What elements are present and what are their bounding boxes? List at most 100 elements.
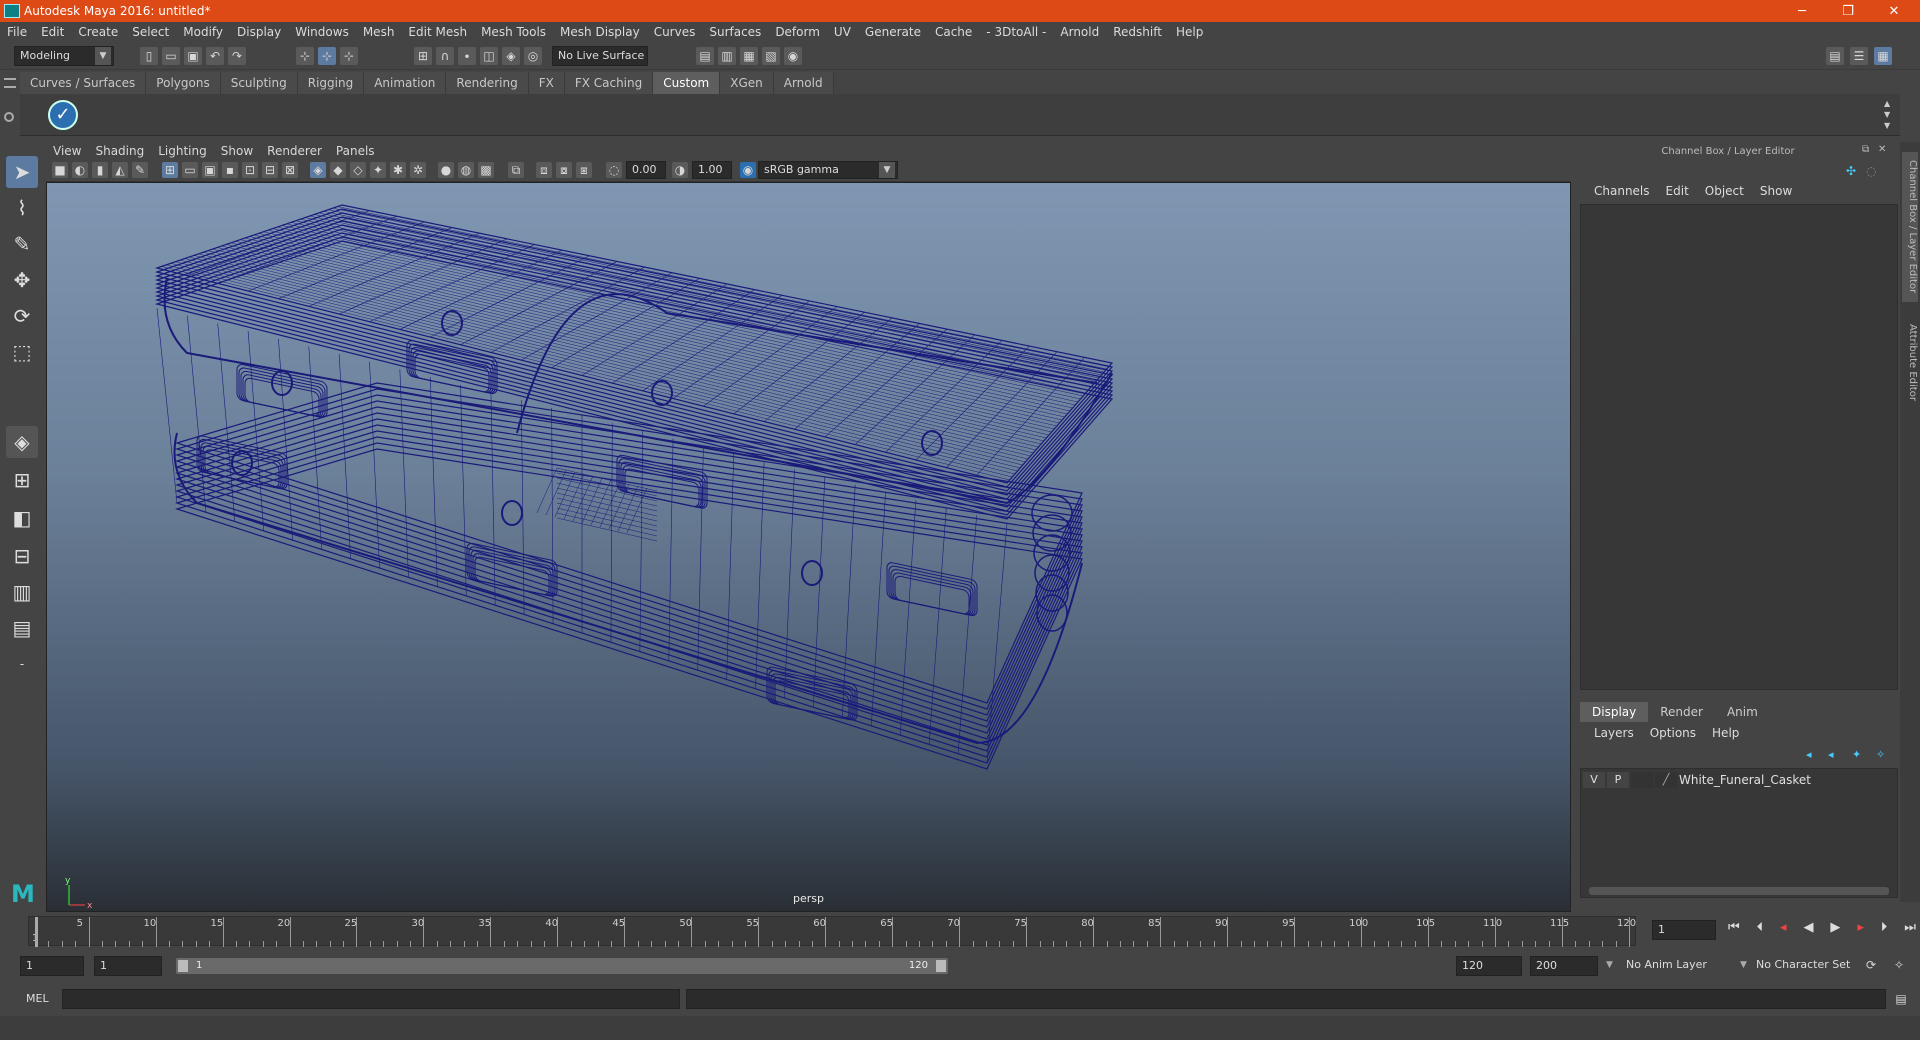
snap-surface-icon[interactable]: ◈ (502, 47, 520, 65)
viewport-menu-view[interactable]: View (46, 144, 88, 158)
render-settings-icon[interactable]: ▧ (762, 47, 780, 65)
attribute-editor-toggle-icon[interactable]: ☰ (1850, 47, 1868, 65)
layer-tab-render[interactable]: Render (1648, 702, 1715, 722)
menu-mesh-tools[interactable]: Mesh Tools (474, 25, 553, 39)
exposure-field[interactable]: 0.00 (626, 161, 666, 179)
viewport-menu-renderer[interactable]: Renderer (260, 144, 329, 158)
minimize-button[interactable]: ─ (1780, 0, 1824, 22)
close-button[interactable]: ✕ (1872, 0, 1916, 22)
step-forward-key-icon[interactable]: ▸ (1857, 920, 1864, 942)
wireframe-icon[interactable]: ◈ (310, 162, 326, 178)
persp-graph-layout-icon[interactable]: ⊟ (6, 540, 38, 572)
layer-display-type-toggle[interactable] (1631, 772, 1653, 788)
menu-redshift[interactable]: Redshift (1106, 25, 1169, 39)
shelf-tab-curves-surfaces[interactable]: Curves / Surfaces (20, 72, 147, 94)
layer-options-menu[interactable]: Options (1642, 726, 1704, 740)
shelf-tab-arnold[interactable]: Arnold (773, 72, 834, 94)
safe-title-icon[interactable]: ⊠ (282, 162, 298, 178)
menu-select[interactable]: Select (125, 25, 176, 39)
animation-preferences-icon[interactable]: ✧ (1890, 956, 1908, 974)
x-ray-joints-icon[interactable]: ⧇ (556, 162, 572, 178)
film-gate-icon[interactable]: ▭ (182, 162, 198, 178)
layer-tab-display[interactable]: Display (1580, 702, 1649, 722)
perspective-viewport[interactable]: y x persp (46, 182, 1571, 912)
script-language-label[interactable]: MEL (26, 992, 49, 1005)
render-view-icon[interactable]: ▤ (696, 47, 714, 65)
side-tab-attribute-editor[interactable]: Attribute Editor (1902, 312, 1918, 412)
go-to-end-icon[interactable]: ⏭ (1904, 920, 1916, 942)
image-plane-icon[interactable]: ◭ (112, 162, 128, 178)
shadows-icon[interactable]: ✲ (410, 162, 426, 178)
smooth-shade-icon[interactable]: ◆ (330, 162, 346, 178)
shelf-tab-animation[interactable]: Animation (364, 72, 447, 94)
speed-icon[interactable]: ◌ (1866, 164, 1880, 178)
layer-playback-toggle[interactable]: P (1607, 772, 1629, 788)
menu-3dtoall[interactable]: - 3DtoAll - (979, 25, 1053, 39)
menu-help[interactable]: Help (1169, 25, 1210, 39)
layer-row[interactable]: V P ╱ White_Funeral_Casket (1583, 771, 1895, 789)
gamma-field[interactable]: 1.00 (692, 161, 732, 179)
range-slider-bar[interactable]: 1 120 (176, 958, 948, 974)
new-empty-layer-icon[interactable]: ✦ (1852, 748, 1866, 762)
step-back-key-icon[interactable]: ◂ (1780, 920, 1787, 942)
lasso-tool-icon[interactable]: ⌇ (6, 192, 38, 224)
render-frame-icon[interactable]: ▥ (718, 47, 736, 65)
move-layer-up-icon[interactable]: ◂ (1806, 748, 1820, 762)
rotate-tool-icon[interactable]: ⟳ (6, 300, 38, 332)
menu-mesh-display[interactable]: Mesh Display (553, 25, 647, 39)
snap-grid-icon[interactable]: ⊞ (414, 47, 432, 65)
start-time-field[interactable]: 1 (20, 956, 84, 976)
close-panel-icon[interactable]: ✕ (1878, 144, 1890, 156)
layer-list-scrollbar[interactable] (1589, 887, 1889, 895)
gate-mask-icon[interactable]: ▪ (222, 162, 238, 178)
step-back-frame-icon[interactable]: ⏴ (1757, 920, 1764, 942)
play-backwards-icon[interactable]: ◀ (1804, 920, 1814, 942)
channels-menu[interactable]: Channels (1586, 184, 1658, 198)
shelf-tab-custom[interactable]: Custom (653, 72, 721, 94)
layer-help-menu[interactable]: Help (1704, 726, 1747, 740)
menu-generate[interactable]: Generate (858, 25, 928, 39)
snap-pivot-icon[interactable]: ◎ (524, 47, 542, 65)
textured-icon[interactable]: ✦ (370, 162, 386, 178)
side-tab-channel-box[interactable]: Channel Box / Layer Editor (1902, 152, 1918, 302)
menu-cache[interactable]: Cache (928, 25, 979, 39)
select-component-icon[interactable]: ⊹ (340, 47, 358, 65)
checkmark-icon[interactable]: ✓ (48, 100, 78, 130)
gamma-icon[interactable]: ◑ (672, 162, 688, 178)
resolution-gate-icon[interactable]: ▣ (202, 162, 218, 178)
layers-menu[interactable]: Layers (1586, 726, 1642, 740)
viewport-menu-panels[interactable]: Panels (329, 144, 382, 158)
x-ray-icon[interactable]: ⧈ (536, 162, 552, 178)
undo-icon[interactable]: ↶ (206, 47, 224, 65)
menu-surfaces[interactable]: Surfaces (702, 25, 768, 39)
end-time-field[interactable]: 200 (1530, 956, 1598, 976)
auto-key-icon[interactable]: ⟳ (1862, 956, 1880, 974)
paint-select-tool-icon[interactable]: ✎ (6, 228, 38, 260)
new-scene-icon[interactable]: ▯ (140, 47, 158, 65)
channel-show-menu[interactable]: Show (1752, 184, 1800, 198)
side-by-side-layout-icon[interactable]: ◧ (6, 502, 38, 534)
layer-color-swatch[interactable]: ╱ (1655, 772, 1677, 788)
bookmark-icon[interactable]: ▮ (92, 162, 108, 178)
menu-mesh[interactable]: Mesh (356, 25, 402, 39)
outliner-layout-icon[interactable]: ▤ (6, 612, 38, 644)
layer-tab-anim[interactable]: Anim (1715, 702, 1770, 722)
go-to-start-icon[interactable]: ⏮ (1728, 920, 1740, 942)
safe-action-icon[interactable]: ⊟ (262, 162, 278, 178)
shelf-tab-xgen[interactable]: XGen (720, 72, 774, 94)
menu-modify[interactable]: Modify (176, 25, 230, 39)
backface-culling-icon[interactable]: ⧆ (576, 162, 592, 178)
anti-aliasing-icon[interactable]: ▩ (478, 162, 494, 178)
menu-arnold[interactable]: Arnold (1053, 25, 1106, 39)
menu-curves[interactable]: Curves (647, 25, 703, 39)
shelf-menu-icon[interactable] (4, 78, 16, 88)
save-scene-icon[interactable]: ▣ (184, 47, 202, 65)
grease-pencil-icon[interactable]: ✎ (132, 162, 148, 178)
select-hierarchy-icon[interactable]: ⊹ (296, 47, 314, 65)
menu-uv[interactable]: UV (827, 25, 858, 39)
shelf-tab-rendering[interactable]: Rendering (446, 72, 529, 94)
playback-end-field[interactable]: 120 (1456, 956, 1522, 976)
current-time-indicator[interactable] (35, 917, 38, 947)
shelf-settings-icon[interactable] (4, 112, 14, 122)
channel-box-toggle-icon[interactable]: ▦ (1874, 47, 1892, 65)
